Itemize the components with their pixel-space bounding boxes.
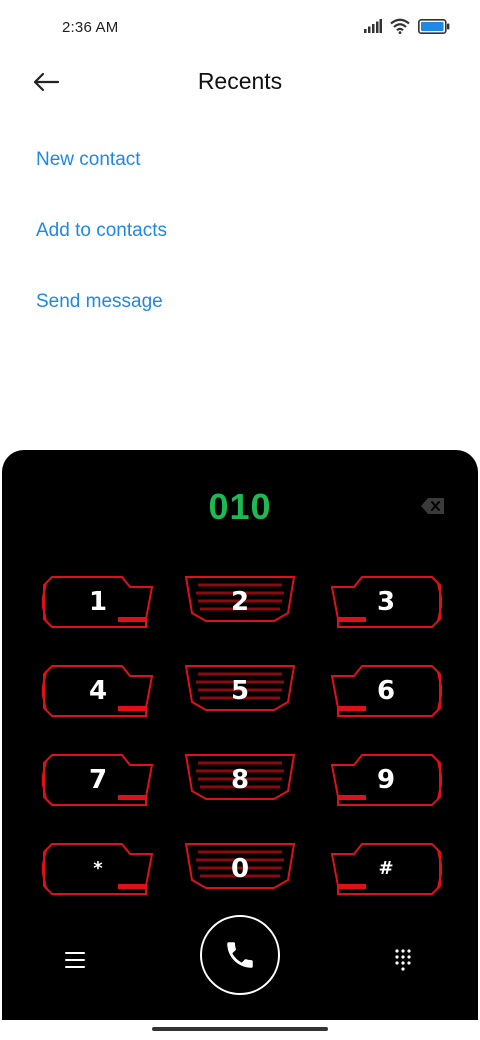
key-label: 4 (88, 676, 108, 706)
status-icons (364, 18, 450, 34)
page-title: Recents (197, 68, 283, 94)
key-1[interactable]: 1 (42, 575, 154, 629)
send-message-link[interactable]: Send message (36, 282, 167, 353)
dialer-panel: 010 1 2 3 4 5 6 7 8 9 * 0 # (2, 450, 478, 1020)
backspace-icon (421, 498, 444, 514)
key-label: # (378, 858, 394, 879)
backspace-button[interactable] (420, 496, 446, 516)
key-2[interactable]: 2 (184, 575, 296, 629)
dialpad-toggle-button[interactable] (388, 945, 418, 975)
menu-icon (65, 952, 85, 968)
key-8[interactable]: 8 (184, 753, 296, 807)
key-label: * (93, 858, 103, 879)
key-0[interactable]: 0 (184, 842, 296, 896)
key-hash[interactable]: # (330, 842, 442, 896)
key-label: 8 (230, 765, 250, 795)
dialed-number: 010 (208, 486, 272, 527)
key-label: 0 (230, 854, 250, 884)
add-to-contacts-link[interactable]: Add to contacts (36, 211, 167, 282)
home-indicator[interactable] (152, 1027, 328, 1031)
dialpad-grid-icon (395, 949, 411, 971)
signal-icon (364, 19, 382, 33)
battery-icon (418, 18, 450, 34)
key-label: 2 (230, 587, 250, 617)
phone-icon (227, 942, 253, 968)
key-label: 9 (376, 765, 396, 795)
header: Recents (0, 56, 480, 108)
key-3[interactable]: 3 (330, 575, 442, 629)
status-time: 2:36 AM (62, 19, 119, 36)
action-list: New contact Add to contacts Send message (36, 140, 167, 353)
key-label: 7 (88, 765, 108, 795)
menu-button[interactable] (60, 945, 90, 975)
key-5[interactable]: 5 (184, 664, 296, 718)
key-label: 1 (88, 587, 108, 617)
key-4[interactable]: 4 (42, 664, 154, 718)
key-6[interactable]: 6 (330, 664, 442, 718)
key-7[interactable]: 7 (42, 753, 154, 807)
status-bar: 2:36 AM (0, 0, 480, 56)
key-label: 6 (376, 676, 396, 706)
new-contact-link[interactable]: New contact (36, 140, 167, 211)
call-button[interactable] (200, 915, 280, 995)
key-label: 5 (230, 676, 250, 706)
dialer-bottom-bar (2, 915, 478, 1005)
key-9[interactable]: 9 (330, 753, 442, 807)
key-star[interactable]: * (42, 842, 154, 896)
key-label: 3 (376, 587, 396, 617)
wifi-icon (390, 18, 410, 34)
